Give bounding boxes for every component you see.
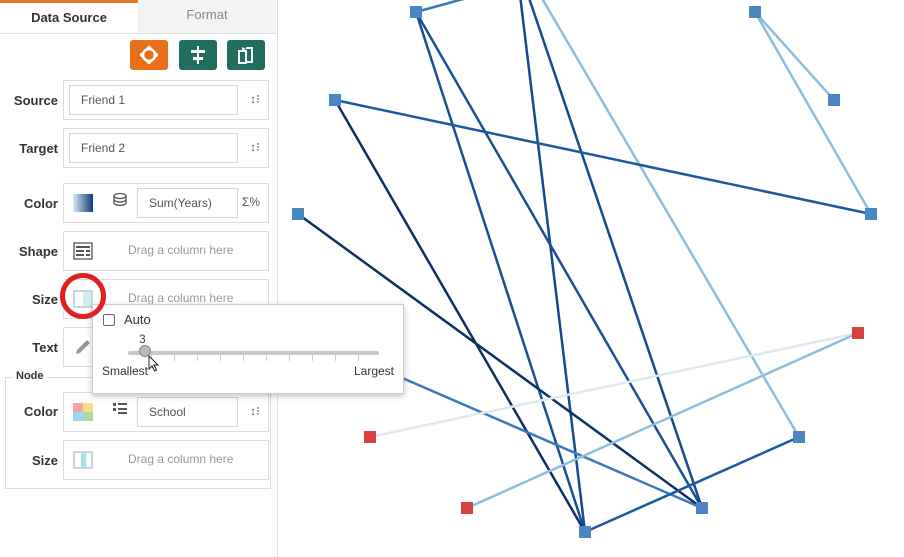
node-color-well[interactable]: School ↕⁝: [63, 392, 269, 432]
network-edge: [541, 0, 801, 438]
shape-palette-icon[interactable]: [73, 242, 93, 260]
size-placeholder: Drag a column here: [128, 291, 234, 305]
network-edge: [753, 11, 873, 215]
panel-tabs: Data Source Format: [0, 0, 276, 34]
source-well[interactable]: Friend 1 ↕⁝: [63, 80, 269, 120]
source-label: Source: [13, 93, 58, 108]
size-popup: Auto 3 Smallest Largest: [92, 304, 404, 394]
network-node[interactable]: [696, 502, 708, 514]
network-edge: [584, 435, 800, 534]
layout-button[interactable]: [130, 40, 168, 70]
shape-placeholder: Drag a column here: [128, 243, 234, 257]
pencil-icon[interactable]: [73, 338, 93, 356]
tab-data-source[interactable]: Data Source: [0, 0, 138, 33]
mouse-cursor-icon: [148, 355, 160, 372]
slider-value: 3: [139, 332, 146, 346]
node-color-field[interactable]: School: [137, 397, 238, 427]
network-node[interactable]: [579, 526, 591, 538]
network-node[interactable]: [410, 6, 422, 18]
node-legend: Node: [13, 370, 47, 382]
network-chart[interactable]: [279, 0, 904, 557]
swap-icon: [238, 47, 253, 64]
sort-icon[interactable]: ↕⁝: [250, 404, 260, 418]
swap-button[interactable]: [227, 40, 265, 70]
layout-icon: [139, 45, 159, 65]
network-edge: [754, 11, 835, 101]
network-node[interactable]: [852, 327, 864, 339]
network-edge: [334, 98, 872, 216]
network-node[interactable]: [329, 94, 341, 106]
network-node[interactable]: [292, 208, 304, 220]
network-node[interactable]: [865, 208, 877, 220]
slider-tick: [220, 355, 221, 361]
categorical-palette-icon[interactable]: [73, 403, 93, 421]
slider-tick: [289, 355, 290, 361]
slider-tick: [358, 355, 359, 361]
source-field[interactable]: Friend 1: [69, 85, 238, 115]
text-label: Text: [32, 340, 58, 355]
slider-max-label: Largest: [353, 364, 394, 378]
color-well[interactable]: Sum(Years) Σ%: [63, 183, 269, 223]
node-size-well[interactable]: Drag a column here: [63, 440, 269, 480]
aggregate-icon[interactable]: Σ%: [242, 195, 260, 209]
target-well[interactable]: Friend 2 ↕⁝: [63, 128, 269, 168]
gradient-swatch-icon[interactable]: [73, 194, 93, 212]
slider-tick: [266, 355, 267, 361]
network-node[interactable]: [749, 6, 761, 18]
color-field[interactable]: Sum(Years): [137, 188, 238, 218]
network-node[interactable]: [461, 502, 473, 514]
network-node[interactable]: [793, 431, 805, 443]
slider-tick: [312, 355, 313, 361]
slider-tick: [335, 355, 336, 361]
slider-tick: [243, 355, 244, 361]
size-slider-track[interactable]: [128, 351, 379, 355]
auto-label: Auto: [124, 312, 151, 327]
shape-well[interactable]: Drag a column here: [63, 231, 269, 271]
node-color-label: Color: [24, 404, 58, 419]
target-field[interactable]: Friend 2: [69, 133, 238, 163]
shape-label: Shape: [18, 244, 58, 259]
node-size-placeholder: Drag a column here: [128, 452, 234, 466]
tab-format[interactable]: Format: [138, 0, 276, 33]
slider-tick: [197, 355, 198, 361]
highlight-circle: [60, 273, 106, 319]
network-edge: [369, 331, 859, 439]
network-node[interactable]: [364, 431, 376, 443]
target-label: Target: [19, 141, 58, 156]
dimension-list-icon[interactable]: [112, 401, 128, 417]
filter-icon: [191, 46, 205, 64]
color-label: Color: [24, 196, 58, 211]
sort-icon[interactable]: ↕⁝: [250, 92, 260, 106]
network-edge: [415, 0, 465, 14]
size-label: Size: [31, 292, 58, 307]
measure-icon[interactable]: [112, 192, 128, 208]
slider-tick: [174, 355, 175, 361]
filter-button[interactable]: [179, 40, 217, 70]
network-node[interactable]: [828, 94, 840, 106]
size-icon[interactable]: [73, 451, 93, 469]
network-edge: [466, 331, 859, 510]
sort-icon[interactable]: ↕⁝: [250, 140, 260, 154]
auto-checkbox[interactable]: [103, 314, 115, 326]
node-size-label: Size: [31, 453, 58, 468]
data-source-panel: Data Source Format Source Friend 1 ↕⁝ Ta…: [0, 0, 278, 557]
slider-min-label: Smallest: [102, 364, 149, 378]
